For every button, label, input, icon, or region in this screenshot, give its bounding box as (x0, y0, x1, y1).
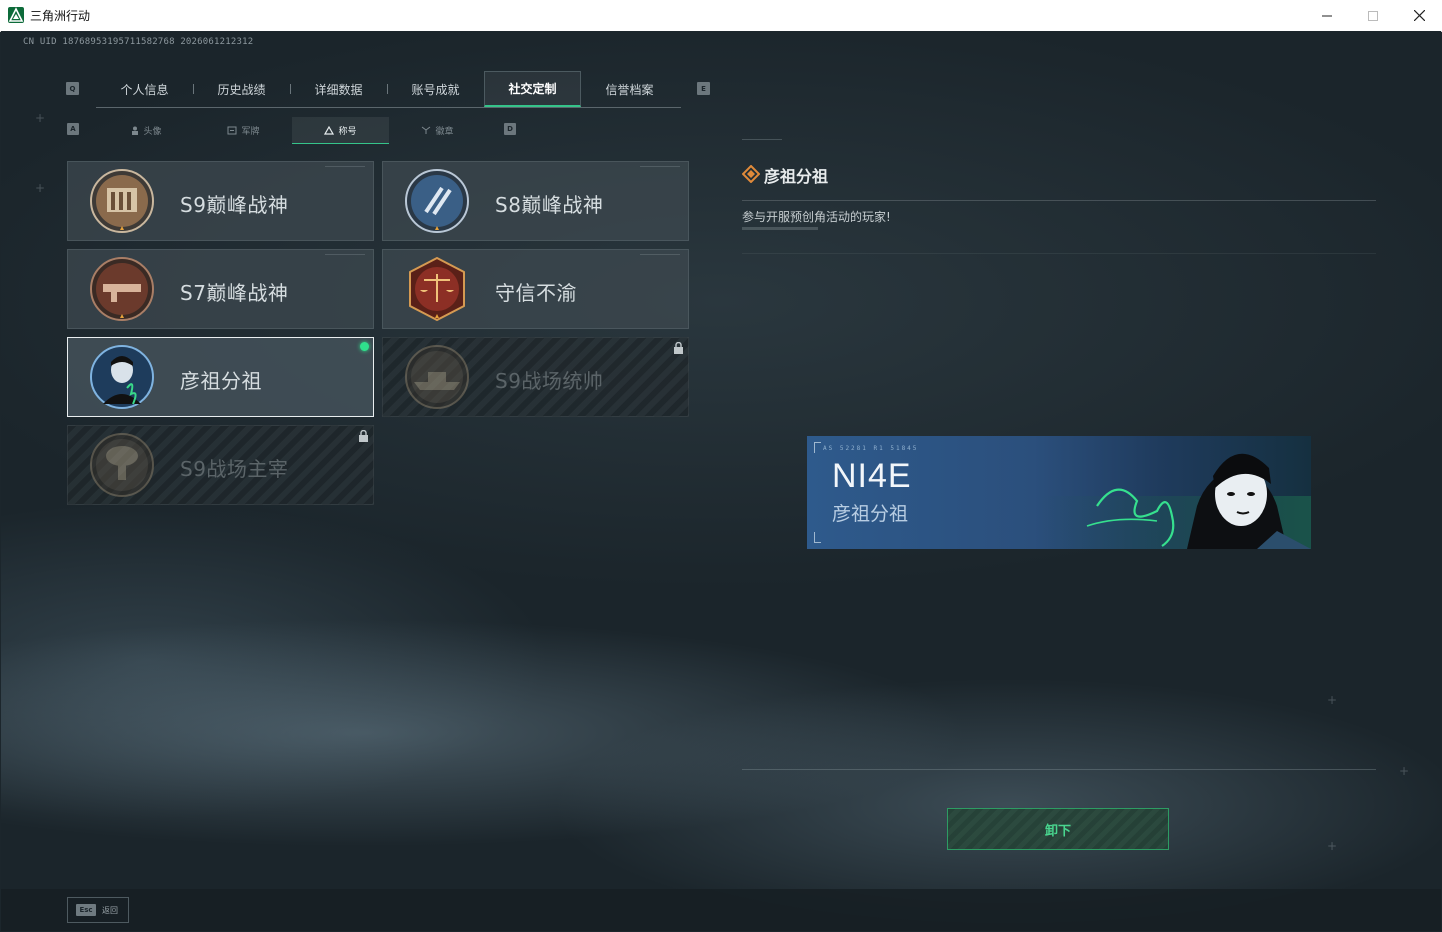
detail-sub-bar (742, 227, 818, 230)
dogtag-icon (227, 126, 237, 134)
esc-key-hint: Esc (76, 904, 96, 916)
title-name: S7巅峰战神 (180, 281, 289, 305)
detail-title-name: 彦祖分祖 (764, 167, 829, 186)
title-diamond-icon (742, 165, 760, 183)
banner-corner (814, 442, 821, 453)
card-decoration (325, 166, 365, 167)
tab-detailed-data[interactable]: 详细数据 (290, 71, 387, 107)
deco-plus: + (35, 111, 46, 125)
mushroom-cloud-badge-icon (90, 433, 154, 497)
detail-description: 参与开服预创角活动的玩家! (742, 210, 891, 224)
maximize-icon (1368, 10, 1378, 21)
deco-plus: + (1327, 839, 1338, 853)
title-card[interactable]: 守信不渝 (382, 249, 689, 329)
main-tab-bar: 个人信息 历史战绩 详细数据 账号成就 社交定制 信誉档案 (96, 71, 681, 108)
yanzu-portrait-icon (1037, 453, 1311, 549)
card-decoration (640, 166, 680, 167)
next-subtab-key-hint[interactable]: D (504, 123, 516, 135)
detail-header: 彦祖分祖 (742, 163, 1376, 201)
title-card-locked[interactable]: S9战场主宰 (67, 425, 374, 505)
window-title: 三角洲行动 (30, 9, 91, 23)
back-button[interactable]: Esc 返回 (67, 897, 129, 923)
deco-plus: + (1399, 764, 1410, 778)
banner-title-name: 彦祖分祖 (832, 503, 909, 525)
subtab-label: 称号 (338, 126, 357, 137)
banner-big-text: NI4E (832, 457, 912, 495)
subtab-title[interactable]: 称号 (292, 117, 389, 144)
title-name: S9战场主宰 (180, 457, 289, 481)
next-tab-key-hint[interactable]: E (697, 82, 710, 95)
yanzu-portrait-badge-icon (90, 345, 154, 409)
tab-social-custom[interactable]: 社交定制 (484, 71, 581, 107)
window-titlebar: 三角洲行动 (0, 0, 1442, 32)
title-name: 守信不渝 (495, 281, 577, 305)
s9-peak-badge-icon (90, 169, 154, 233)
prev-subtab-key-hint[interactable]: A (67, 123, 79, 135)
tab-credit-record[interactable]: 信誉档案 (581, 71, 678, 107)
card-decoration (325, 254, 365, 255)
detail-top-tick (742, 139, 782, 140)
tab-history[interactable]: 历史战绩 (193, 71, 290, 107)
title-name: 彦祖分祖 (180, 369, 262, 393)
s7-peak-badge-icon (90, 257, 154, 321)
title-card[interactable]: S8巅峰战神 (382, 161, 689, 241)
lock-icon (359, 430, 368, 442)
deco-plus: + (35, 181, 46, 195)
triangle-icon (324, 125, 335, 135)
equipped-indicator (360, 342, 369, 351)
subtab-label: 徽章 (435, 126, 454, 137)
prev-tab-key-hint[interactable]: Q (66, 82, 79, 95)
lock-icon (674, 342, 683, 354)
subtab-label: 军牌 (241, 126, 260, 137)
minimize-icon (1322, 15, 1332, 16)
maximize-button[interactable] (1350, 0, 1396, 31)
subtab-emblem[interactable]: 徽章 (389, 117, 486, 143)
banner-corner (814, 532, 821, 543)
close-button[interactable] (1396, 0, 1442, 31)
s8-peak-badge-icon (405, 169, 469, 233)
subtab-dogtag[interactable]: 军牌 (195, 117, 292, 143)
bottom-bar: Esc 返回 (1, 889, 1441, 931)
tab-personal-info[interactable]: 个人信息 (96, 71, 193, 107)
preview-frame-bottom (742, 769, 1376, 770)
scales-badge-icon (409, 256, 465, 322)
emblem-icon (422, 126, 431, 134)
uid-label: CN UID 18768953195711582768 202606121231… (23, 37, 254, 47)
deco-plus: + (1327, 693, 1338, 707)
title-card-selected[interactable]: 彦祖分祖 (67, 337, 374, 417)
title-card[interactable]: S9巅峰战神 (67, 161, 374, 241)
back-label: 返回 (102, 905, 118, 915)
close-icon (1413, 10, 1425, 21)
minimize-button[interactable] (1304, 0, 1350, 31)
title-name: S8巅峰战神 (495, 193, 604, 217)
sub-tab-bar: 头像 军牌 称号 徽章 (98, 117, 488, 144)
game-viewport: CN UID 18768953195711582768 202606121231… (1, 31, 1441, 931)
card-decoration (640, 254, 680, 255)
warship-badge-icon (405, 345, 469, 409)
person-icon (132, 126, 139, 135)
unequip-button[interactable]: 卸下 (947, 808, 1169, 850)
subtab-avatar[interactable]: 头像 (98, 117, 195, 143)
banner-code: AS 52281 R1 51845 (823, 445, 919, 452)
subtab-label: 头像 (143, 126, 162, 137)
title-name: S9巅峰战神 (180, 193, 289, 217)
title-name: S9战场统帅 (495, 369, 604, 393)
title-card[interactable]: S7巅峰战神 (67, 249, 374, 329)
tab-achievements[interactable]: 账号成就 (387, 71, 484, 107)
app-logo-icon (8, 7, 24, 23)
title-banner-preview: AS 52281 R1 51845 NI4E 彦祖分祖 (807, 436, 1311, 549)
preview-frame-top (742, 253, 1376, 254)
title-card-locked[interactable]: S9战场统帅 (382, 337, 689, 417)
